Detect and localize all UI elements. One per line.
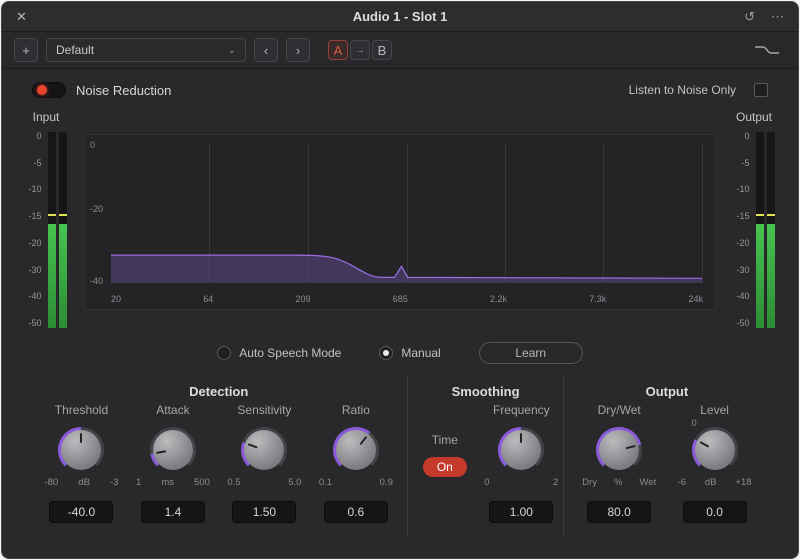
sensitivity-knob[interactable]	[241, 427, 288, 473]
noise-profile-curve	[111, 254, 702, 282]
learn-button[interactable]: Learn	[478, 342, 583, 364]
history-icon[interactable]: ↺	[744, 9, 755, 25]
input-meter-scale: 0 -5 -10 -15 -20 -30 -40 -50	[28, 131, 42, 328]
manual-mode-option[interactable]: Manual	[379, 346, 441, 360]
ab-compare-group: A → B	[328, 40, 392, 60]
frequency-control: Frequency 0 2 1.00	[481, 403, 561, 523]
threshold-value[interactable]: -40.0	[49, 501, 114, 523]
attack-control: Attack 1 ms 500 1.4	[133, 403, 213, 523]
meter-graph-row: Input 0 -5 -10 -15 -20 -30 -40 -50 0 -20…	[2, 110, 798, 328]
listen-to-noise-label: Listen to Noise Only	[628, 83, 736, 97]
frequency-knob[interactable]	[498, 427, 545, 473]
input-meter: Input 0 -5 -10 -15 -20 -30 -40 -50	[18, 110, 74, 328]
knob-pointer	[156, 450, 167, 454]
ratio-knob[interactable]	[332, 427, 379, 473]
auto-speech-label: Auto Speech Mode	[239, 346, 342, 360]
knob-pointer	[359, 435, 368, 446]
add-preset-button[interactable]: +	[14, 38, 38, 62]
output-label: Output	[735, 110, 773, 124]
threshold-knob[interactable]	[58, 427, 105, 473]
enable-indicator-dot	[37, 85, 47, 95]
plugin-window: ✕ Audio 1 - Slot 1 ↺ ⋯ + Default ⌄ ‹ › A…	[1, 1, 799, 559]
smoothing-title: Smoothing	[451, 384, 520, 399]
ab-copy-arrow-icon[interactable]: →	[350, 40, 370, 60]
preset-toolbar: + Default ⌄ ‹ › A → B	[2, 32, 798, 69]
level-control: Level 0 -6 dB +18 0.0	[675, 403, 755, 523]
controls-panel: Detection Threshold -80 dB -3 -40.0 Atta…	[30, 376, 770, 537]
prev-preset-button[interactable]: ‹	[254, 38, 278, 62]
plugin-name: Noise Reduction	[76, 82, 172, 98]
ratio-value[interactable]: 0.6	[323, 501, 388, 523]
manual-radio[interactable]	[379, 346, 394, 360]
level-zero-mark: 0	[691, 418, 697, 428]
b-state-button[interactable]: B	[372, 40, 392, 60]
window-title: Audio 1 - Slot 1	[352, 9, 448, 24]
noise-spectrum-graph: 0 -20 -40 20 64 209 685 2.2k 7.3k 24k	[84, 134, 716, 310]
preset-name: Default	[56, 43, 95, 57]
output-group: Output Dry/Wet Dry % Wet 80.0 Level 0 -6…	[562, 376, 770, 537]
threshold-control: Threshold -80 dB -3 -40.0	[41, 403, 121, 523]
manual-label: Manual	[401, 346, 441, 360]
spectrum-plot-area: 0 -20 -40	[90, 140, 703, 286]
dry-wet-control: Dry/Wet Dry % Wet 80.0	[579, 403, 659, 523]
plugin-enable-toggle[interactable]	[32, 82, 66, 98]
dry-wet-knob[interactable]	[596, 427, 643, 473]
next-preset-button[interactable]: ›	[286, 38, 310, 62]
knob-pointer	[80, 433, 83, 443]
level-value[interactable]: 0.0	[682, 501, 747, 523]
attack-value[interactable]: 1.4	[140, 501, 205, 523]
frequency-value[interactable]: 1.00	[489, 501, 554, 523]
level-knob[interactable]: 0	[691, 418, 738, 473]
knob-pointer	[699, 441, 709, 448]
auto-speech-radio[interactable]	[217, 346, 232, 360]
preset-dropdown[interactable]: Default ⌄	[46, 38, 246, 62]
chevron-down-icon: ⌄	[227, 44, 236, 56]
auto-speech-mode-option[interactable]: Auto Speech Mode	[217, 346, 341, 360]
frequency-axis: 20 64 209 685 2.2k 7.3k 24k	[111, 294, 703, 304]
plugin-header-row: Noise Reduction Listen to Noise Only	[2, 82, 798, 98]
a-state-button[interactable]: A	[328, 40, 348, 60]
sensitivity-value[interactable]: 1.50	[232, 501, 297, 523]
titlebar: ✕ Audio 1 - Slot 1 ↺ ⋯	[2, 2, 798, 32]
output-meter: Output 0 -5 -10 -15 -20 -30 -40 -50	[726, 110, 782, 328]
detection-group: Detection Threshold -80 dB -3 -40.0 Atta…	[30, 376, 407, 537]
close-icon[interactable]: ✕	[16, 9, 27, 25]
y-tick-0: 0	[90, 140, 96, 150]
time-on-toggle[interactable]: On	[422, 457, 467, 477]
options-menu-icon[interactable]: ⋯	[771, 9, 784, 25]
input-meter-bars	[47, 132, 67, 328]
output-meter-bars	[755, 132, 775, 328]
output-title: Output	[645, 384, 689, 399]
ratio-control: Ratio 0.1 0.9 0.6	[316, 403, 396, 523]
output-meter-scale: 0 -5 -10 -15 -20 -30 -40 -50	[736, 131, 750, 328]
detection-title: Detection	[189, 384, 249, 399]
knob-pointer	[520, 433, 523, 443]
mix-curve-icon[interactable]	[754, 42, 786, 58]
y-tick-20: -20	[90, 203, 104, 214]
y-tick-40: -40	[90, 276, 104, 286]
listen-to-noise-checkbox[interactable]	[754, 83, 768, 97]
knob-pointer	[625, 444, 636, 450]
sensitivity-control: Sensitivity 0.5 5.0 1.50	[224, 403, 304, 523]
input-label: Input	[32, 110, 60, 124]
smoothing-group: Smoothing Time On Frequency 0 2 1.00	[407, 376, 562, 537]
dry-wet-value[interactable]: 80.0	[587, 501, 652, 523]
knob-pointer	[248, 443, 259, 449]
time-control: Time On	[410, 433, 480, 477]
mode-row: Auto Speech Mode Manual Learn	[2, 342, 798, 364]
attack-knob[interactable]	[149, 427, 196, 473]
